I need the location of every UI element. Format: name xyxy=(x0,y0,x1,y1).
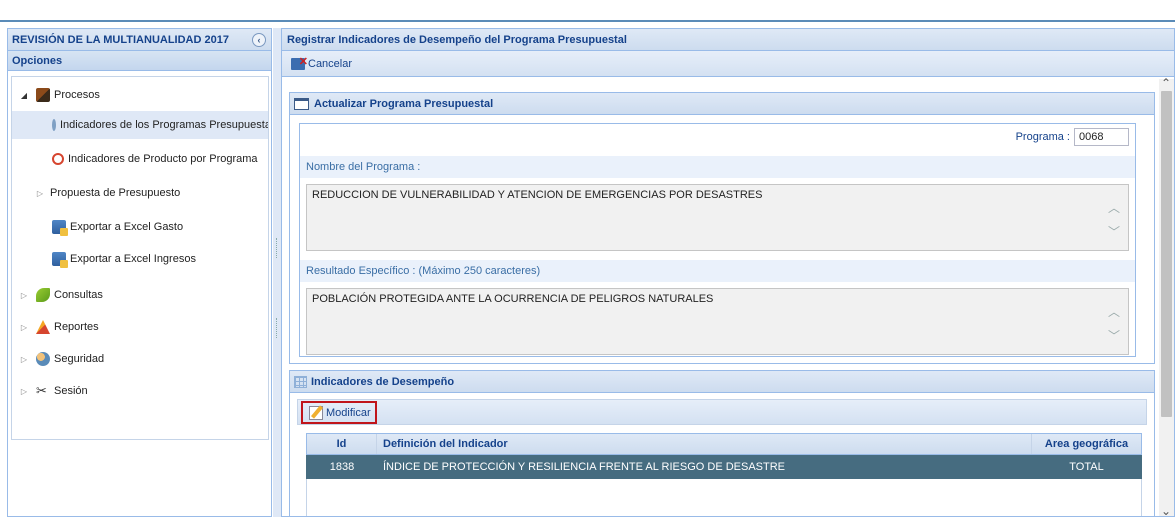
sidebar-item-propuesta[interactable]: ▷ Propuesta de Presupuesto xyxy=(12,179,268,207)
chart-icon xyxy=(36,320,50,334)
column-header-definition[interactable]: Definición del Indicador xyxy=(377,434,1032,454)
info-icon xyxy=(52,119,56,131)
collapsed-arrow-icon[interactable]: ▷ xyxy=(18,355,30,364)
info-red-icon xyxy=(52,153,64,165)
panel-splitter[interactable] xyxy=(273,28,281,517)
chevron-down-icon[interactable]: ⌄ xyxy=(1161,504,1171,516)
chevron-up-icon[interactable]: ⌃ xyxy=(1161,76,1171,90)
splitter-grip xyxy=(276,238,278,258)
sidebar-item-reportes[interactable]: ▷ Reportes xyxy=(12,313,268,341)
programa-field[interactable]: 0068 xyxy=(1074,128,1129,146)
sidebar-item-excel-gasto[interactable]: Exportar a Excel Gasto xyxy=(12,213,268,241)
table-header: Id Definición del Indicador Area geográf… xyxy=(306,433,1142,455)
cancel-button[interactable]: Cancelar xyxy=(291,55,353,70)
options-header: Opciones xyxy=(8,51,271,71)
cell-id: 1838 xyxy=(329,461,355,473)
sidebar-item-indicadores-programas[interactable]: Indicadores de los Programas Presupuesta… xyxy=(12,111,269,139)
cancel-icon xyxy=(291,55,308,70)
excel-icon xyxy=(52,220,68,236)
table-body-empty xyxy=(306,479,1142,516)
vertical-scrollbar[interactable]: ⌃ ⌄ xyxy=(1159,76,1174,516)
sidebar-item-label: Exportar a Excel Ingresos xyxy=(70,253,196,265)
chevron-down-icon[interactable]: ﹀ xyxy=(1108,327,1120,344)
collapse-left-icon[interactable]: ‹ xyxy=(252,33,266,47)
options-label: Opciones xyxy=(12,54,63,67)
resultado-especifico-value: POBLACIÓN PROTEGIDA ANTE LA OCURRENCIA D… xyxy=(312,293,714,305)
tools-icon: ✂ xyxy=(36,383,47,398)
column-header-id[interactable]: Id xyxy=(307,434,377,454)
book-icon xyxy=(36,88,50,102)
sidebar-item-label: Exportar a Excel Gasto xyxy=(70,221,184,233)
resultado-label: Resultado Específico : (Máximo 250 carac… xyxy=(300,260,1135,282)
modify-button[interactable]: Modificar xyxy=(301,401,377,424)
sidebar-item-label: Sesión xyxy=(54,385,88,397)
sidebar-item-label: Seguridad xyxy=(54,353,105,365)
indicators-toolbar: Modificar xyxy=(297,399,1147,425)
top-bar xyxy=(0,0,1175,22)
programa-row: Programa : 0068 xyxy=(1016,128,1129,146)
column-header-area[interactable]: Area geográfica xyxy=(1032,434,1141,454)
collapsed-arrow-icon[interactable]: ▷ xyxy=(18,387,30,396)
update-program-section: Actualizar Programa Presupuestal Program… xyxy=(289,92,1155,364)
sidebar-item-label: Indicadores de los Programas Presupuesta… xyxy=(60,119,269,131)
nombre-programa-field[interactable]: REDUCCION DE VULNERABILIDAD Y ATENCION D… xyxy=(306,184,1129,251)
options-tree: ◢ Procesos Indicadores de los Programas … xyxy=(11,76,269,440)
sidebar-item-label: Procesos xyxy=(54,89,100,101)
users-icon xyxy=(36,352,50,366)
cell-area: TOTAL xyxy=(1069,461,1104,473)
modify-label: Modificar xyxy=(326,406,371,419)
sidebar-item-consultas[interactable]: ▷ Consultas xyxy=(12,281,268,309)
indicators-table: Id Definición del Indicador Area geográf… xyxy=(306,433,1142,516)
cancel-label: Cancelar xyxy=(308,57,353,70)
section-title: Actualizar Programa Presupuestal xyxy=(314,97,494,110)
window-icon xyxy=(294,97,309,110)
indicators-section: Indicadores de Desempeño Modificar Id De… xyxy=(289,370,1155,516)
chevron-down-icon[interactable]: ﹀ xyxy=(1108,223,1120,240)
main-header: Registrar Indicadores de Desempeño del P… xyxy=(282,29,1174,51)
sidebar-item-seguridad[interactable]: ▷ Seguridad xyxy=(12,345,268,373)
sidebar-item-sesion[interactable]: ▷ ✂ Sesión xyxy=(12,377,268,405)
nombre-programa-value: REDUCCION DE VULNERABILIDAD Y ATENCION D… xyxy=(312,189,763,201)
programa-label: Programa : xyxy=(1015,131,1070,143)
sidebar-item-label: Consultas xyxy=(54,289,103,301)
collapsed-arrow-icon[interactable]: ▷ xyxy=(18,291,30,300)
main-panel: Registrar Indicadores de Desempeño del P… xyxy=(281,28,1175,517)
section-header: Actualizar Programa Presupuestal xyxy=(290,93,1154,115)
cell-definition: ÍNDICE DE PROTECCIÓN Y RESILIENCIA FRENT… xyxy=(383,461,785,473)
main-toolbar: Cancelar xyxy=(282,51,1174,77)
table-row[interactable]: 1838 ÍNDICE DE PROTECCIÓN Y RESILIENCIA … xyxy=(306,455,1142,479)
sidebar-header: REVISIÓN DE LA MULTIANUALIDAD 2017 ‹ xyxy=(8,29,271,51)
sidebar-panel: REVISIÓN DE LA MULTIANUALIDAD 2017 ‹ Opc… xyxy=(7,28,272,517)
scrollbar-thumb[interactable] xyxy=(1161,91,1172,417)
excel-icon xyxy=(52,252,68,268)
sidebar-item-procesos[interactable]: ◢ Procesos xyxy=(12,81,268,109)
grid-icon xyxy=(294,375,307,388)
collapsed-arrow-icon[interactable]: ▷ xyxy=(34,189,46,198)
chevron-up-icon[interactable]: ︿ xyxy=(1108,199,1120,216)
collapsed-arrow-icon[interactable]: ▷ xyxy=(18,323,30,332)
splitter-grip xyxy=(276,318,278,338)
chevron-up-icon[interactable]: ︿ xyxy=(1108,303,1120,320)
leaf-icon xyxy=(36,288,50,302)
nombre-label: Nombre del Programa : xyxy=(300,156,1135,178)
sidebar-item-excel-ingresos[interactable]: Exportar a Excel Ingresos xyxy=(12,245,268,273)
resultado-especifico-field[interactable]: POBLACIÓN PROTEGIDA ANTE LA OCURRENCIA D… xyxy=(306,288,1129,355)
sidebar-item-label: Propuesta de Presupuesto xyxy=(50,187,181,199)
page-title: Registrar Indicadores de Desempeño del P… xyxy=(287,33,627,46)
expanded-arrow-icon[interactable]: ◢ xyxy=(18,91,30,100)
sidebar-item-indicadores-producto[interactable]: Indicadores de Producto por Programa xyxy=(12,145,268,173)
sidebar-item-label: Indicadores de Producto por Programa xyxy=(68,153,258,165)
section-title: Indicadores de Desempeño xyxy=(311,375,455,388)
program-form: Programa : 0068 Nombre del Programa : RE… xyxy=(299,123,1136,357)
sidebar-item-label: Reportes xyxy=(54,321,99,333)
sidebar-title: REVISIÓN DE LA MULTIANUALIDAD 2017 xyxy=(12,33,229,46)
section-header: Indicadores de Desempeño xyxy=(290,371,1154,393)
edit-icon xyxy=(309,405,323,420)
